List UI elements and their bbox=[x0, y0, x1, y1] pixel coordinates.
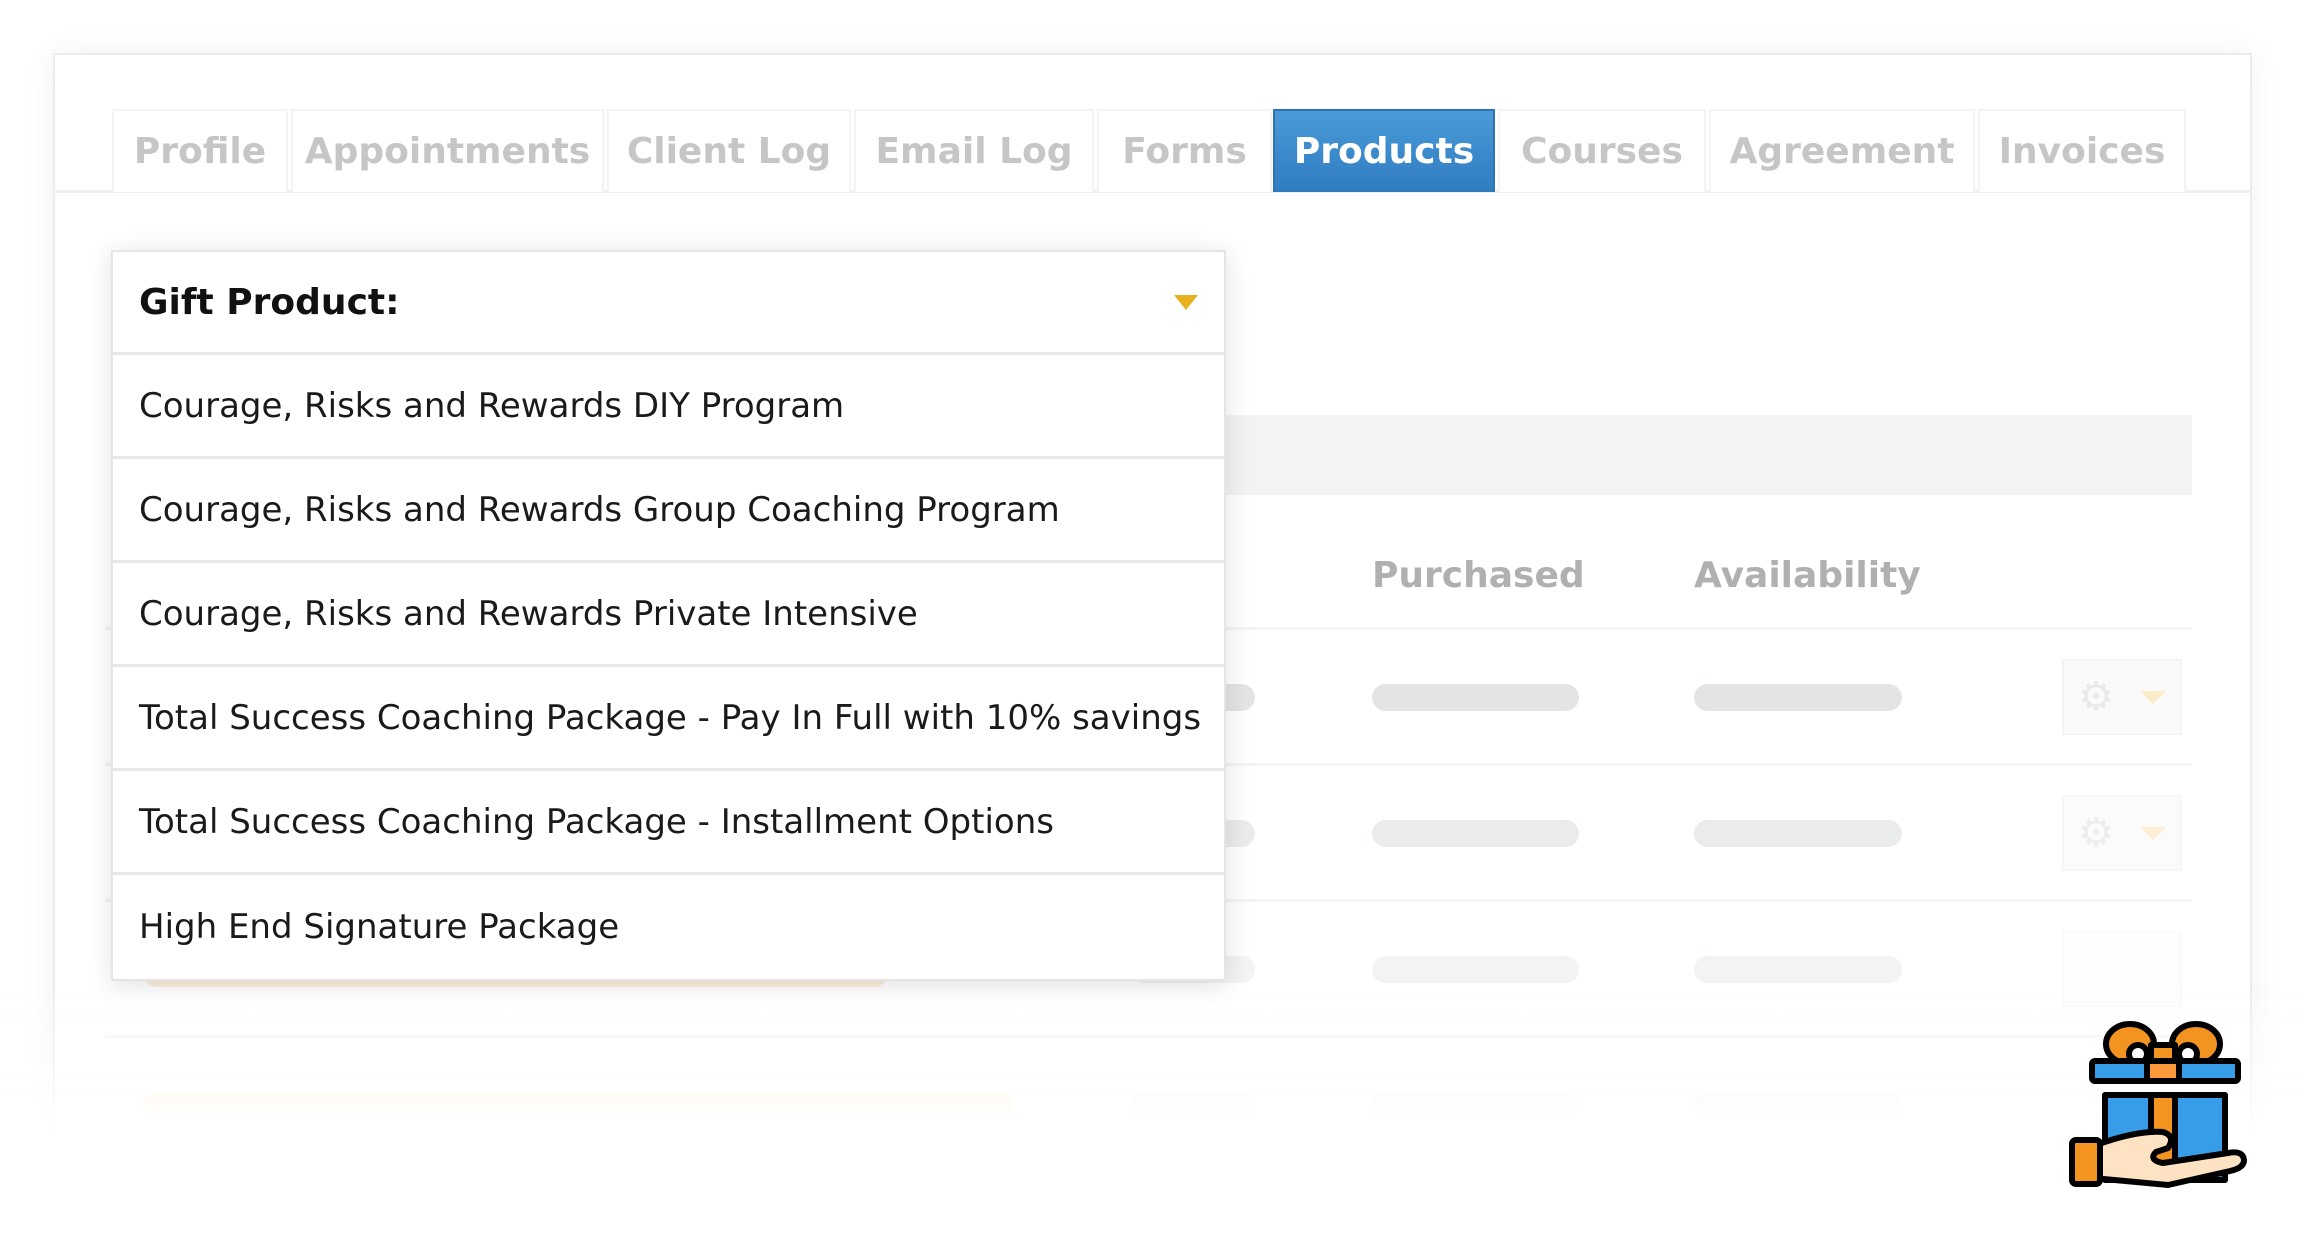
placeholder-bar bbox=[1372, 956, 1579, 983]
tab-invoices[interactable]: Invoices bbox=[1978, 109, 2186, 192]
gear-icon: ⚙ bbox=[2078, 674, 2114, 720]
table-toolbar bbox=[1226, 415, 2192, 495]
caret-down-icon[interactable] bbox=[1174, 294, 1198, 310]
fade-overlay bbox=[0, 980, 2304, 1254]
tab-agreement[interactable]: Agreement bbox=[1709, 109, 1975, 192]
placeholder-bar bbox=[1372, 820, 1579, 847]
gift-product-dropdown[interactable]: Gift Product: Courage, Risks and Rewards… bbox=[111, 250, 1226, 981]
dropdown-option[interactable]: Total Success Coaching Package - Install… bbox=[113, 771, 1224, 875]
row-actions-button[interactable]: ⚙ bbox=[2062, 795, 2182, 871]
tab-products[interactable]: Products bbox=[1273, 109, 1495, 192]
dropdown-option[interactable]: High End Signature Package bbox=[113, 875, 1224, 979]
dropdown-header[interactable]: Gift Product: bbox=[113, 252, 1224, 355]
tab-forms[interactable]: Forms bbox=[1097, 109, 1272, 192]
dropdown-option[interactable]: Courage, Risks and Rewards DIY Program bbox=[113, 355, 1224, 459]
chevron-down-icon bbox=[2139, 690, 2166, 704]
tab-profile[interactable]: Profile bbox=[112, 109, 288, 192]
tab-client-log[interactable]: Client Log bbox=[607, 109, 851, 192]
tab-appointments[interactable]: Appointments bbox=[291, 109, 604, 192]
gear-icon: ⚙ bbox=[2078, 810, 2114, 856]
dropdown-option[interactable]: Courage, Risks and Rewards Private Inten… bbox=[113, 563, 1224, 667]
column-header-availability: Availability bbox=[1694, 555, 1921, 596]
row-actions-button[interactable]: ⚙ bbox=[2062, 659, 2182, 735]
tab-courses[interactable]: Courses bbox=[1498, 109, 1706, 192]
gift-in-hand-icon bbox=[2069, 1021, 2247, 1188]
chevron-down-icon bbox=[2139, 826, 2166, 840]
placeholder-bar bbox=[1694, 820, 1902, 847]
column-header-purchased: Purchased bbox=[1372, 555, 1585, 596]
placeholder-bar bbox=[1694, 956, 1902, 983]
dropdown-label: Gift Product: bbox=[139, 281, 400, 323]
dropdown-option[interactable]: Total Success Coaching Package - Pay In … bbox=[113, 667, 1224, 771]
tab-email-log[interactable]: Email Log bbox=[854, 109, 1094, 192]
placeholder-bar bbox=[1694, 684, 1902, 711]
dropdown-option[interactable]: Courage, Risks and Rewards Group Coachin… bbox=[113, 459, 1224, 563]
placeholder-bar bbox=[1372, 684, 1579, 711]
